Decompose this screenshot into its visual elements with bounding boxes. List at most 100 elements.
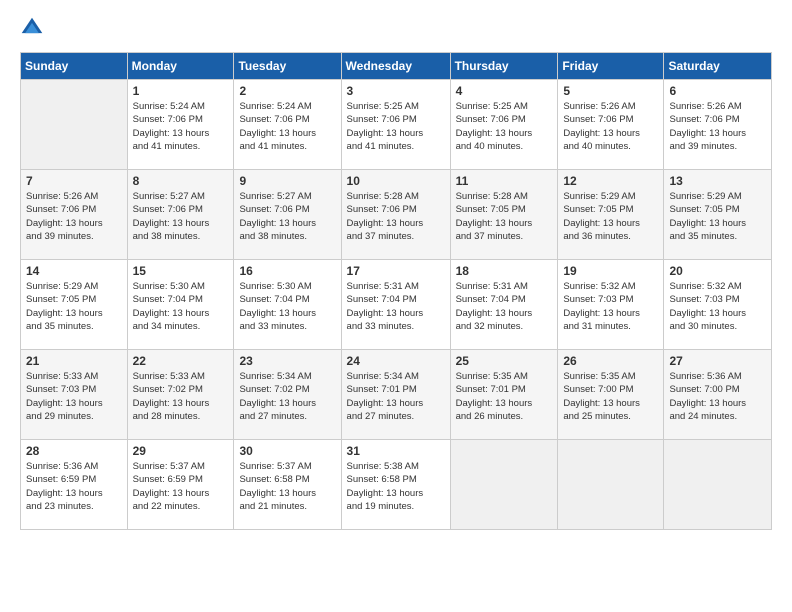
- day-number: 7: [26, 174, 122, 188]
- calendar-cell: 8 Sunrise: 5:27 AM Sunset: 7:06 PM Daylig…: [127, 170, 234, 260]
- day-info: Sunrise: 5:28 AM Sunset: 7:06 PM Dayligh…: [347, 190, 445, 243]
- day-info: Sunrise: 5:26 AM Sunset: 7:06 PM Dayligh…: [669, 100, 766, 153]
- header-day-monday: Monday: [127, 53, 234, 80]
- day-info: Sunrise: 5:28 AM Sunset: 7:05 PM Dayligh…: [456, 190, 553, 243]
- calendar-cell: 2 Sunrise: 5:24 AM Sunset: 7:06 PM Daylig…: [234, 80, 341, 170]
- day-number: 15: [133, 264, 229, 278]
- day-number: 3: [347, 84, 445, 98]
- day-info: Sunrise: 5:24 AM Sunset: 7:06 PM Dayligh…: [133, 100, 229, 153]
- calendar-cell: 21 Sunrise: 5:33 AM Sunset: 7:03 PM Dayli…: [21, 350, 128, 440]
- day-number: 20: [669, 264, 766, 278]
- header-day-friday: Friday: [558, 53, 664, 80]
- calendar-cell: 10 Sunrise: 5:28 AM Sunset: 7:06 PM Dayli…: [341, 170, 450, 260]
- day-info: Sunrise: 5:37 AM Sunset: 6:59 PM Dayligh…: [133, 460, 229, 513]
- calendar-cell: 16 Sunrise: 5:30 AM Sunset: 7:04 PM Dayli…: [234, 260, 341, 350]
- day-info: Sunrise: 5:29 AM Sunset: 7:05 PM Dayligh…: [669, 190, 766, 243]
- calendar-cell: [21, 80, 128, 170]
- calendar-cell: 23 Sunrise: 5:34 AM Sunset: 7:02 PM Dayli…: [234, 350, 341, 440]
- calendar-cell: 1 Sunrise: 5:24 AM Sunset: 7:06 PM Daylig…: [127, 80, 234, 170]
- calendar-cell: 18 Sunrise: 5:31 AM Sunset: 7:04 PM Dayli…: [450, 260, 558, 350]
- week-row-4: 21 Sunrise: 5:33 AM Sunset: 7:03 PM Dayli…: [21, 350, 772, 440]
- header-row: SundayMondayTuesdayWednesdayThursdayFrid…: [21, 53, 772, 80]
- day-number: 8: [133, 174, 229, 188]
- day-number: 17: [347, 264, 445, 278]
- day-info: Sunrise: 5:31 AM Sunset: 7:04 PM Dayligh…: [347, 280, 445, 333]
- header-day-tuesday: Tuesday: [234, 53, 341, 80]
- calendar-cell: 7 Sunrise: 5:26 AM Sunset: 7:06 PM Daylig…: [21, 170, 128, 260]
- day-number: 19: [563, 264, 658, 278]
- day-number: 30: [239, 444, 335, 458]
- calendar-cell: 26Sunrise: 5:35 AM Sunset: 7:00 PM Dayli…: [558, 350, 664, 440]
- day-info: Sunrise: 5:25 AM Sunset: 7:06 PM Dayligh…: [456, 100, 553, 153]
- day-info: Sunrise: 5:34 AM Sunset: 7:01 PM Dayligh…: [347, 370, 445, 423]
- calendar-cell: 13 Sunrise: 5:29 AM Sunset: 7:05 PM Dayli…: [664, 170, 772, 260]
- header-day-wednesday: Wednesday: [341, 53, 450, 80]
- day-info: Sunrise: 5:31 AM Sunset: 7:04 PM Dayligh…: [456, 280, 553, 333]
- day-number: 11: [456, 174, 553, 188]
- day-number: 31: [347, 444, 445, 458]
- week-row-2: 7 Sunrise: 5:26 AM Sunset: 7:06 PM Daylig…: [21, 170, 772, 260]
- day-info: Sunrise: 5:30 AM Sunset: 7:04 PM Dayligh…: [133, 280, 229, 333]
- calendar-cell: 30 Sunrise: 5:37 AM Sunset: 6:58 PM Dayli…: [234, 440, 341, 530]
- day-number: 21: [26, 354, 122, 368]
- day-info: Sunrise: 5:24 AM Sunset: 7:06 PM Dayligh…: [239, 100, 335, 153]
- calendar-cell: 24Sunrise: 5:34 AM Sunset: 7:01 PM Dayli…: [341, 350, 450, 440]
- day-info: Sunrise: 5:37 AM Sunset: 6:58 PM Dayligh…: [239, 460, 335, 513]
- calendar-cell: 19 Sunrise: 5:32 AM Sunset: 7:03 PM Dayli…: [558, 260, 664, 350]
- day-number: 9: [239, 174, 335, 188]
- day-number: 2: [239, 84, 335, 98]
- calendar-cell: 15 Sunrise: 5:30 AM Sunset: 7:04 PM Dayli…: [127, 260, 234, 350]
- day-info: Sunrise: 5:29 AM Sunset: 7:05 PM Dayligh…: [563, 190, 658, 243]
- calendar-cell: 28Sunrise: 5:36 AM Sunset: 6:59 PM Dayli…: [21, 440, 128, 530]
- day-number: 5: [563, 84, 658, 98]
- calendar-cell: [450, 440, 558, 530]
- day-info: Sunrise: 5:35 AM Sunset: 7:01 PM Dayligh…: [456, 370, 553, 423]
- day-number: 1: [133, 84, 229, 98]
- day-info: Sunrise: 5:27 AM Sunset: 7:06 PM Dayligh…: [133, 190, 229, 243]
- day-number: 10: [347, 174, 445, 188]
- logo-icon: [20, 16, 44, 40]
- calendar-cell: 6Sunrise: 5:26 AM Sunset: 7:06 PM Daylig…: [664, 80, 772, 170]
- week-row-5: 28Sunrise: 5:36 AM Sunset: 6:59 PM Dayli…: [21, 440, 772, 530]
- day-info: Sunrise: 5:25 AM Sunset: 7:06 PM Dayligh…: [347, 100, 445, 153]
- calendar-cell: [664, 440, 772, 530]
- day-number: 28: [26, 444, 122, 458]
- day-info: Sunrise: 5:30 AM Sunset: 7:04 PM Dayligh…: [239, 280, 335, 333]
- calendar-cell: 29Sunrise: 5:37 AM Sunset: 6:59 PM Dayli…: [127, 440, 234, 530]
- calendar-cell: 14 Sunrise: 5:29 AM Sunset: 7:05 PM Dayli…: [21, 260, 128, 350]
- header-day-saturday: Saturday: [664, 53, 772, 80]
- day-info: Sunrise: 5:34 AM Sunset: 7:02 PM Dayligh…: [239, 370, 335, 423]
- day-number: 22: [133, 354, 229, 368]
- calendar-cell: 31Sunrise: 5:38 AM Sunset: 6:58 PM Dayli…: [341, 440, 450, 530]
- day-number: 23: [239, 354, 335, 368]
- day-number: 25: [456, 354, 553, 368]
- day-info: Sunrise: 5:26 AM Sunset: 7:06 PM Dayligh…: [26, 190, 122, 243]
- day-info: Sunrise: 5:33 AM Sunset: 7:03 PM Dayligh…: [26, 370, 122, 423]
- calendar-cell: [558, 440, 664, 530]
- logo: [20, 16, 48, 40]
- day-number: 13: [669, 174, 766, 188]
- day-number: 16: [239, 264, 335, 278]
- calendar-cell: 3 Sunrise: 5:25 AM Sunset: 7:06 PM Daylig…: [341, 80, 450, 170]
- header-day-sunday: Sunday: [21, 53, 128, 80]
- calendar-cell: 11 Sunrise: 5:28 AM Sunset: 7:05 PM Dayli…: [450, 170, 558, 260]
- calendar-cell: 22Sunrise: 5:33 AM Sunset: 7:02 PM Dayli…: [127, 350, 234, 440]
- day-number: 14: [26, 264, 122, 278]
- calendar-cell: 25 Sunrise: 5:35 AM Sunset: 7:01 PM Dayli…: [450, 350, 558, 440]
- calendar-body: 1 Sunrise: 5:24 AM Sunset: 7:06 PM Daylig…: [21, 80, 772, 530]
- calendar-cell: 27 Sunrise: 5:36 AM Sunset: 7:00 PM Dayli…: [664, 350, 772, 440]
- calendar-cell: 4Sunrise: 5:25 AM Sunset: 7:06 PM Daylig…: [450, 80, 558, 170]
- day-info: Sunrise: 5:32 AM Sunset: 7:03 PM Dayligh…: [669, 280, 766, 333]
- day-info: Sunrise: 5:26 AM Sunset: 7:06 PM Dayligh…: [563, 100, 658, 153]
- header-day-thursday: Thursday: [450, 53, 558, 80]
- calendar-cell: 20 Sunrise: 5:32 AM Sunset: 7:03 PM Dayli…: [664, 260, 772, 350]
- day-info: Sunrise: 5:32 AM Sunset: 7:03 PM Dayligh…: [563, 280, 658, 333]
- day-info: Sunrise: 5:36 AM Sunset: 7:00 PM Dayligh…: [669, 370, 766, 423]
- page-header: [20, 16, 772, 40]
- day-info: Sunrise: 5:35 AM Sunset: 7:00 PM Dayligh…: [563, 370, 658, 423]
- day-number: 27: [669, 354, 766, 368]
- day-info: Sunrise: 5:27 AM Sunset: 7:06 PM Dayligh…: [239, 190, 335, 243]
- day-number: 18: [456, 264, 553, 278]
- calendar-cell: 12Sunrise: 5:29 AM Sunset: 7:05 PM Dayli…: [558, 170, 664, 260]
- day-info: Sunrise: 5:29 AM Sunset: 7:05 PM Dayligh…: [26, 280, 122, 333]
